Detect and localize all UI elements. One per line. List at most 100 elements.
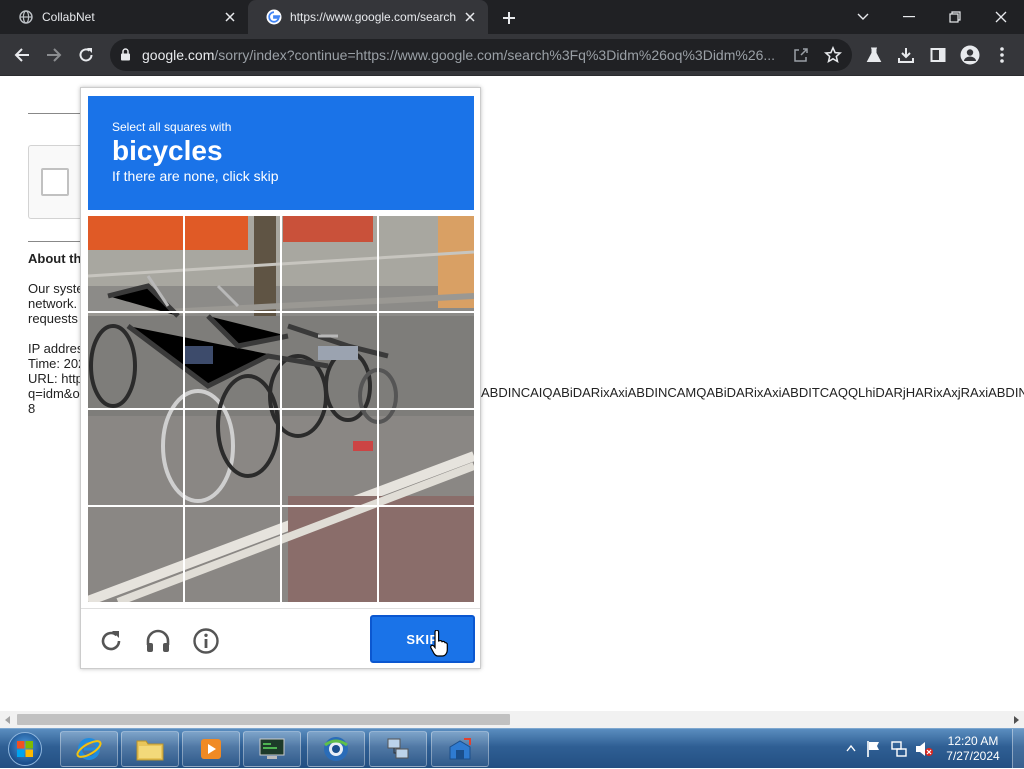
body-text-line: Our syste — [28, 281, 84, 296]
body-text-line: network. — [28, 296, 78, 311]
grid-tile-9[interactable] — [88, 410, 183, 505]
url-text: google.com/sorry/index?continue=https://… — [142, 47, 792, 63]
grid-tile-12[interactable] — [379, 410, 474, 505]
labs-button[interactable] — [862, 43, 886, 67]
about-heading: About th — [28, 251, 82, 266]
scroll-right-icon[interactable] — [1011, 715, 1021, 725]
media-player-icon — [201, 739, 221, 759]
taskbar-browser-app[interactable] — [307, 731, 365, 767]
reload-button[interactable] — [74, 43, 98, 67]
tab-title: CollabNet — [42, 10, 95, 24]
arrow-right-icon — [47, 48, 62, 62]
close-window-button[interactable] — [978, 0, 1024, 34]
start-button[interactable] — [2, 730, 48, 768]
arrow-left-icon — [14, 48, 29, 62]
downloads-button[interactable] — [894, 43, 918, 67]
close-tab-icon[interactable] — [462, 9, 478, 25]
scroll-left-icon[interactable] — [3, 715, 13, 725]
side-panel-icon — [930, 48, 946, 62]
grid-tile-13[interactable] — [88, 507, 183, 602]
help-button[interactable] — [191, 626, 221, 656]
info-icon — [193, 628, 219, 654]
network-icon[interactable] — [890, 740, 908, 758]
show-hidden-icons-icon[interactable] — [846, 744, 856, 752]
tab-search-button[interactable] — [840, 0, 886, 34]
ip-address-line: IP addres — [28, 341, 84, 356]
grid-tile-11[interactable] — [282, 410, 377, 505]
clock-time: 12:20 AM — [947, 734, 999, 748]
challenge-target: bicycles — [112, 135, 223, 166]
plus-icon — [503, 12, 515, 24]
taskbar-terminal-app[interactable] — [243, 731, 301, 767]
address-bar[interactable]: google.com/sorry/index?continue=https://… — [110, 39, 852, 71]
horizontal-scrollbar[interactable] — [0, 711, 1024, 728]
challenge-hint: If there are none, click skip — [112, 168, 279, 184]
reload-icon — [79, 48, 93, 62]
audio-challenge-button[interactable] — [143, 626, 173, 656]
show-desktop-button[interactable] — [1012, 729, 1024, 769]
headphones-icon — [146, 629, 170, 652]
grid-tile-10[interactable] — [185, 410, 280, 505]
challenge-header: Select all squares with bicycles If ther… — [88, 96, 474, 210]
footer-divider — [81, 608, 480, 609]
grid-tile-7[interactable] — [282, 313, 377, 408]
scrollbar-thumb[interactable] — [17, 714, 510, 725]
globe-icon — [18, 9, 34, 25]
browser-toolbar: google.com/sorry/index?continue=https://… — [0, 34, 1024, 76]
taskbar-internet-explorer[interactable] — [60, 731, 118, 767]
clock-date: 7/27/2024 — [946, 749, 1000, 763]
grid-tile-4[interactable] — [379, 216, 474, 311]
network-computers-icon — [387, 738, 409, 759]
recaptcha-checkbox[interactable] — [41, 168, 69, 196]
avatar-icon — [960, 45, 980, 65]
kebab-menu-icon — [1000, 47, 1004, 63]
taskbar-file-explorer[interactable] — [121, 731, 179, 767]
taskbar-media-player[interactable] — [182, 731, 240, 767]
close-tab-icon[interactable] — [222, 9, 238, 25]
tab-strip: CollabNet https://www.google.com/search?… — [0, 0, 1024, 34]
volume-muted-icon[interactable] — [914, 740, 934, 758]
bookmark-star-icon[interactable] — [823, 45, 843, 69]
clock[interactable]: 12:20 AM 7/27/2024 — [940, 734, 1006, 764]
back-button[interactable] — [10, 43, 34, 67]
new-tab-button[interactable] — [498, 7, 520, 29]
skip-button[interactable]: SKIP — [370, 615, 475, 663]
taskbar-installer-app[interactable] — [431, 731, 489, 767]
grid-tile-16[interactable] — [379, 507, 474, 602]
query-param-text: ABDINCAIQABiDARixAxiABDINCAMQABiDARixAxi… — [481, 385, 1024, 400]
body-text-line: requests — [28, 311, 78, 326]
action-center-flag-icon[interactable] — [866, 740, 882, 758]
recaptcha-challenge: Select all squares with bicycles If ther… — [80, 87, 481, 669]
reload-challenge-button[interactable] — [96, 626, 126, 656]
forward-button[interactable] — [42, 43, 66, 67]
restore-button[interactable] — [932, 0, 978, 34]
monitor-icon — [259, 738, 285, 759]
windows-logo-icon — [8, 732, 42, 766]
side-panel-button[interactable] — [926, 43, 950, 67]
image-grid — [88, 216, 474, 602]
profile-button[interactable] — [958, 43, 982, 67]
grid-tile-15[interactable] — [282, 507, 377, 602]
grid-tile-3[interactable] — [282, 216, 377, 311]
tab-title: https://www.google.com/search?q — [290, 10, 456, 24]
grid-tile-5[interactable] — [88, 313, 183, 408]
grid-tile-6[interactable] — [185, 313, 280, 408]
share-icon[interactable] — [792, 46, 810, 69]
divider — [28, 113, 88, 114]
divider — [28, 241, 88, 242]
grid-tile-2[interactable] — [185, 216, 280, 311]
tab-google-search[interactable]: https://www.google.com/search?q — [248, 0, 488, 34]
menu-button[interactable] — [990, 43, 1014, 67]
grid-tile-1[interactable] — [88, 216, 183, 311]
restore-icon — [949, 11, 961, 23]
query-line-end: 8 — [28, 401, 36, 416]
tab-collabnet[interactable]: CollabNet — [0, 0, 248, 34]
grid-tile-14[interactable] — [185, 507, 280, 602]
close-icon — [995, 11, 1007, 23]
minimize-icon — [903, 16, 915, 18]
package-icon — [449, 738, 471, 760]
internet-explorer-icon — [76, 738, 102, 760]
grid-tile-8[interactable] — [379, 313, 474, 408]
taskbar-network-app[interactable] — [369, 731, 427, 767]
minimize-button[interactable] — [886, 0, 932, 34]
